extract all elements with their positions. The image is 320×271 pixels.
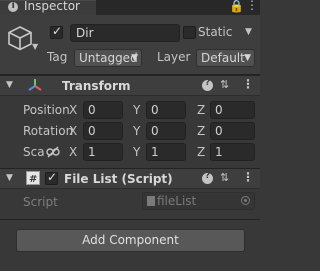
scale-label: Sca	[23, 145, 45, 159]
axis-z-label[interactable]: Z	[197, 145, 205, 159]
rotation-y-field[interactable]: 0	[146, 122, 186, 140]
axis-z-label[interactable]: Z	[197, 124, 205, 138]
tab-inspector-label: Inspector	[24, 0, 80, 13]
scale-y-field[interactable]: 1	[146, 143, 186, 161]
position-y-field[interactable]: 0	[146, 101, 186, 119]
axis-y-label[interactable]: Y	[133, 145, 140, 159]
chevron-down-icon: ▼	[244, 53, 251, 63]
object-picker-icon[interactable]	[241, 196, 250, 205]
axis-x-label[interactable]: X	[69, 145, 77, 159]
lock-icon[interactable]: 🔒	[229, 0, 244, 13]
axis-y-label[interactable]: Y	[133, 124, 140, 138]
gameobject-name-value: Dir	[76, 26, 94, 40]
static-dropdown-arrow-icon[interactable]: ▼	[245, 27, 252, 37]
tag-dropdown[interactable]: Untagged ▼	[74, 49, 142, 67]
cube-icon[interactable]	[7, 25, 33, 51]
rotation-x-value: 0	[88, 124, 96, 138]
scale-x-value: 1	[88, 145, 96, 159]
scale-x-field[interactable]: 1	[83, 143, 123, 161]
help-icon[interactable]	[202, 171, 213, 184]
script-file-icon	[147, 196, 155, 206]
csharp-script-icon: #	[26, 171, 40, 185]
tab-inspector[interactable]: Inspector	[0, 0, 96, 15]
svg-text:#: #	[29, 174, 37, 185]
rotation-y-value: 0	[151, 124, 159, 138]
axis-x-label[interactable]: X	[69, 124, 77, 138]
kebab-menu-icon[interactable]: ⋮	[242, 170, 254, 184]
tab-bar: Inspector 🔒 ⋮	[0, 0, 260, 15]
help-icon[interactable]	[202, 78, 213, 91]
checkmark-icon: ✓	[52, 24, 63, 38]
foldout-arrow-icon[interactable]: ▼	[6, 80, 13, 90]
rotation-x-field[interactable]: 0	[83, 122, 123, 140]
presets-icon[interactable]: ⇅	[220, 171, 229, 184]
chevron-down-icon: ▼	[131, 53, 138, 63]
script-enabled-checkbox[interactable]: ✓	[45, 170, 58, 185]
rotation-label: Rotation	[23, 124, 74, 138]
tag-label: Tag	[47, 50, 68, 64]
script-label: Script	[23, 195, 58, 209]
position-z-value: 0	[215, 103, 223, 117]
icon-dropdown-arrow-icon[interactable]: ▼	[32, 42, 38, 51]
transform-axes-icon	[28, 79, 42, 91]
script-value: fileList	[157, 194, 197, 208]
gameobject-name-field[interactable]: Dir	[70, 24, 180, 42]
layer-label: Layer	[157, 50, 191, 64]
layer-value: Default	[201, 51, 245, 65]
tag-value: Untagged	[79, 51, 138, 65]
constrain-proportions-icon[interactable]	[46, 146, 60, 158]
axis-z-label[interactable]: Z	[197, 103, 205, 117]
axis-y-label[interactable]: Y	[133, 103, 140, 117]
divider	[0, 219, 260, 220]
file-list-script-title: File List (Script)	[64, 172, 173, 186]
add-component-button[interactable]: Add Component	[16, 229, 245, 252]
scale-y-value: 1	[151, 145, 159, 159]
checkmark-icon: ✓	[47, 170, 58, 184]
rotation-z-value: 0	[215, 124, 223, 138]
foldout-arrow-icon[interactable]: ▼	[6, 173, 13, 183]
presets-icon[interactable]: ⇅	[220, 78, 229, 91]
script-object-field[interactable]: fileList	[142, 192, 255, 210]
active-checkbox[interactable]: ✓	[50, 24, 63, 39]
rotation-z-field[interactable]: 0	[210, 122, 255, 140]
position-y-value: 0	[151, 103, 159, 117]
kebab-menu-icon[interactable]: ⋮	[242, 77, 254, 91]
axis-x-label[interactable]: X	[69, 103, 77, 117]
position-x-field[interactable]: 0	[83, 101, 123, 119]
position-x-value: 0	[88, 103, 96, 117]
transform-title: Transform	[62, 79, 131, 93]
scale-z-value: 1	[215, 145, 223, 159]
info-icon	[8, 0, 18, 12]
scale-z-field[interactable]: 1	[210, 143, 255, 161]
position-label: Position	[23, 103, 70, 117]
static-label: Static	[198, 25, 233, 39]
position-z-field[interactable]: 0	[210, 101, 255, 119]
kebab-menu-icon[interactable]: ⋮	[246, 0, 258, 12]
layer-dropdown[interactable]: Default ▼	[196, 49, 255, 67]
static-checkbox[interactable]	[183, 26, 196, 39]
